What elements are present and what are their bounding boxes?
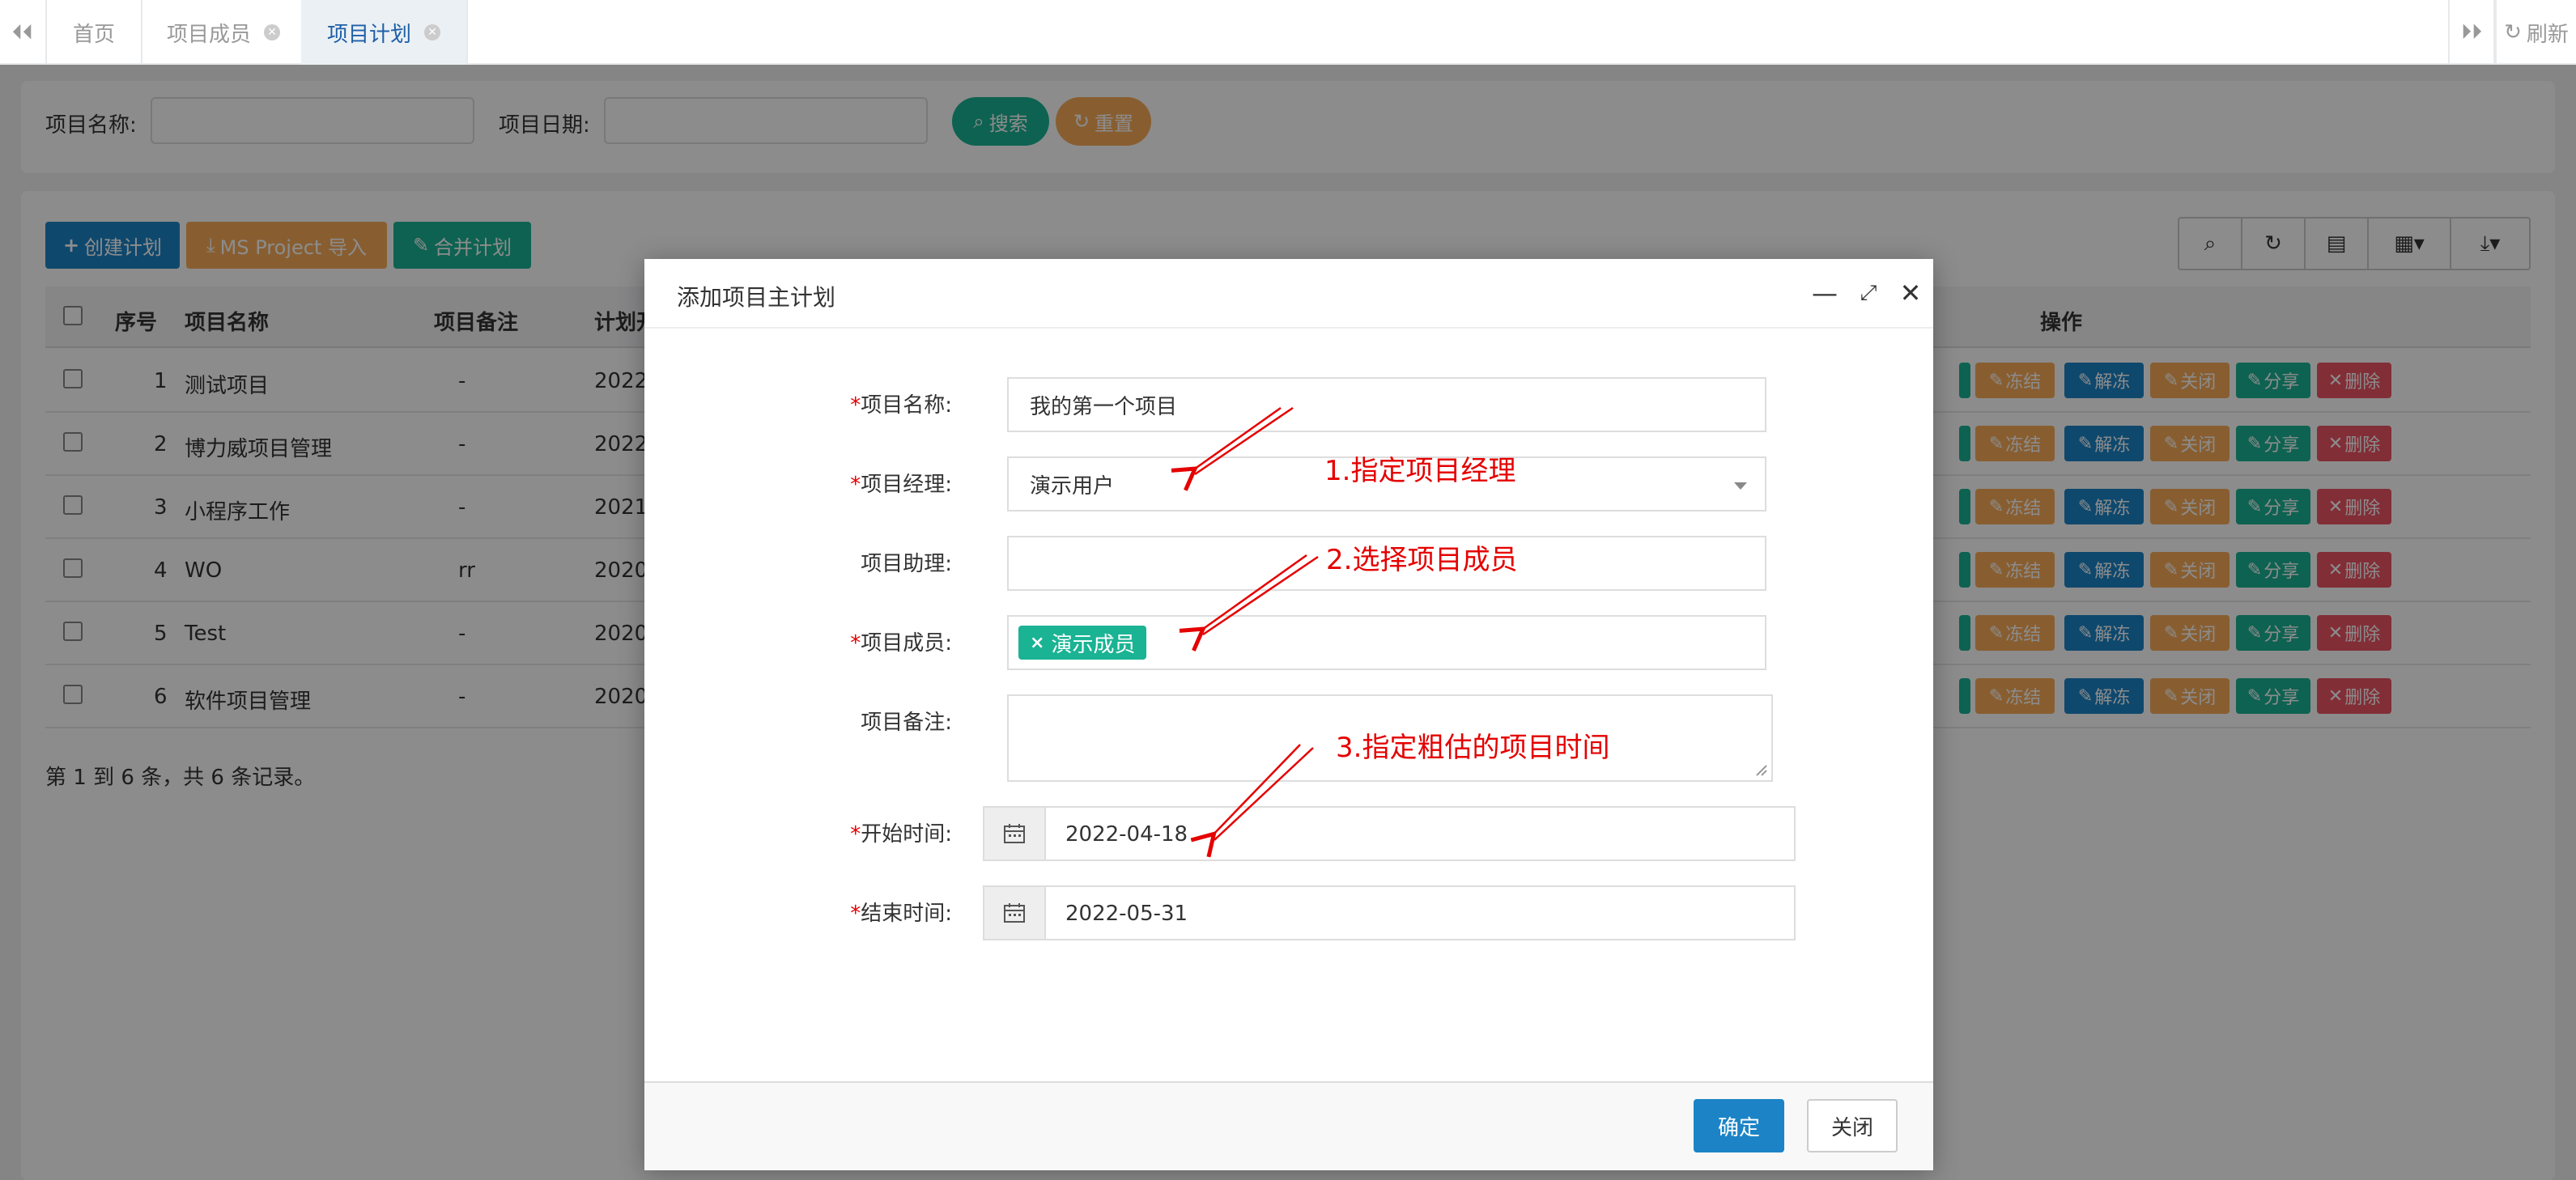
tab-scroll-right-button[interactable]: ⏵⏵ (2448, 0, 2495, 65)
tab-label: 项目成员 (167, 22, 252, 47)
close-icon[interactable]: ✕ (264, 24, 281, 40)
arrow-members-side (1202, 555, 1319, 636)
tab-label: 首页 (73, 22, 116, 47)
tab-bar: ⏴⏴ 首页 项目成员 ✕ 项目计划 ✕ ⏵⏵ ↻ 刷新 (0, 0, 2576, 65)
refresh-label: 刷新 (2526, 22, 2569, 47)
refresh-button[interactable]: ↻ 刷新 (2495, 0, 2576, 65)
tab-project-plan[interactable]: 项目计划 ✕ (301, 0, 469, 65)
double-chevron-left-icon: ⏴⏴ (11, 19, 33, 45)
add-master-plan-modal: 添加项目主计划 — ⤢ ✕ *项目名称: 我的第一个项目 *项目经理: 演示用户… (644, 259, 1933, 1170)
confirm-button[interactable]: 确定 (1694, 1099, 1784, 1152)
double-chevron-right-icon: ⏵⏵ (2460, 19, 2482, 45)
arrow-time-side (1214, 747, 1314, 841)
modal-footer: 确定 关闭 (644, 1081, 1933, 1170)
arrow-manager (1171, 406, 1282, 491)
close-label: 关闭 (1830, 1115, 1873, 1140)
arrow-members (1179, 554, 1307, 652)
arrow-manager-side (1194, 406, 1294, 476)
annotation-arrows (1171, 406, 1319, 858)
tab-scroll-left-button[interactable]: ⏴⏴ (0, 0, 47, 65)
confirm-label: 确定 (1717, 1115, 1760, 1140)
tab-home[interactable]: 首页 (47, 0, 143, 65)
close-button[interactable]: 关闭 (1807, 1099, 1898, 1152)
refresh-icon: ↻ (2504, 20, 2522, 45)
tab-project-members[interactable]: 项目成员 ✕ (141, 0, 308, 65)
tab-label: 项目计划 (327, 22, 412, 47)
arrow-time (1190, 744, 1301, 858)
close-icon[interactable]: ✕ (424, 24, 441, 40)
